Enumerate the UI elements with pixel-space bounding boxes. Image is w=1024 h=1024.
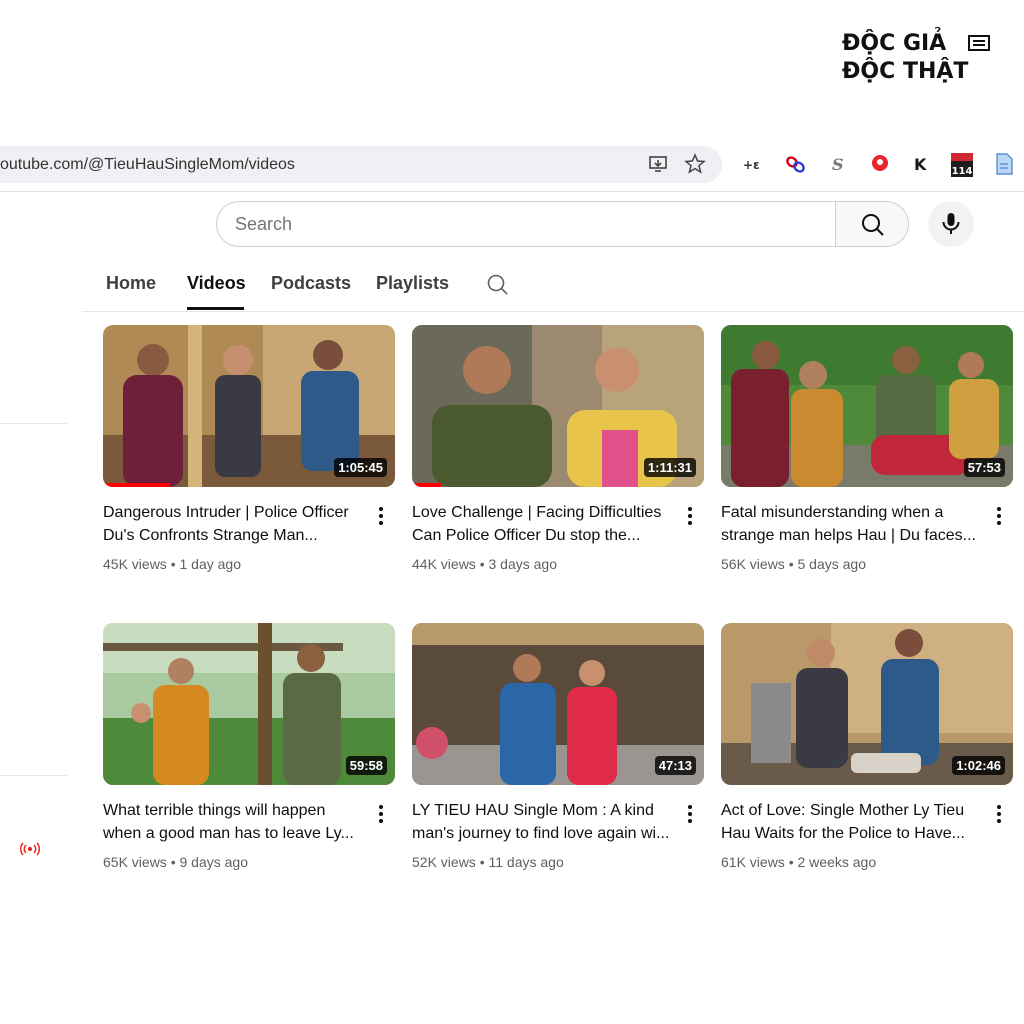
video-title[interactable]: Act of Love: Single Mother Ly Tieu Hau W… — [721, 799, 983, 845]
watermark-line2: ĐỘC THẬT — [842, 59, 969, 84]
search-input[interactable] — [235, 214, 795, 235]
address-bar[interactable]: outube.com/@TieuHauSingleMom/videos — [0, 146, 722, 183]
video-title[interactable]: Love Challenge | Facing Difficulties Can… — [412, 501, 674, 547]
search-icon — [862, 214, 884, 236]
upload-age: 9 days ago — [179, 854, 249, 870]
watch-progress-bar — [103, 483, 171, 487]
view-count: 45K views — [103, 556, 167, 572]
svg-text:+ε: +ε — [743, 158, 760, 172]
duration-badge: 57:53 — [963, 458, 1005, 477]
duration-badge: 59:58 — [345, 756, 387, 775]
view-count: 61K views — [721, 854, 785, 870]
video-card[interactable]: 59:58 What terrible things will happen w… — [103, 623, 395, 870]
more-options-icon[interactable] — [992, 505, 1006, 527]
s-icon[interactable]: S — [827, 152, 851, 176]
back-forth-icon[interactable]: +ε — [741, 152, 765, 176]
sidebar-divider — [0, 775, 67, 776]
calendar-icon[interactable]: 114 — [950, 150, 974, 178]
tab-videos[interactable]: Videos — [187, 273, 246, 294]
watch-progress-bar — [412, 483, 442, 487]
more-options-icon[interactable] — [374, 505, 388, 527]
voice-search-button[interactable] — [928, 201, 974, 247]
channel-search-icon[interactable] — [486, 273, 510, 297]
video-thumbnail[interactable]: 1:05:45 — [103, 325, 395, 487]
browser-toolbar: outube.com/@TieuHauSingleMom/videos +ε S… — [0, 140, 1024, 192]
red-pin-icon[interactable] — [868, 152, 892, 176]
video-thumbnail[interactable]: 1:02:46 — [721, 623, 1013, 785]
video-thumbnail[interactable]: 47:13 — [412, 623, 704, 785]
svg-text:K: K — [914, 155, 927, 174]
search-box[interactable] — [216, 201, 836, 247]
more-options-icon[interactable] — [683, 803, 697, 825]
bookmark-star-icon[interactable] — [684, 153, 706, 175]
video-title[interactable]: What terrible things will happen when a … — [103, 799, 365, 845]
doc-icon[interactable] — [992, 152, 1016, 176]
duration-badge: 1:11:31 — [643, 458, 696, 477]
video-thumbnail[interactable]: 57:53 — [721, 325, 1013, 487]
upload-age: 1 day ago — [179, 556, 242, 572]
duration-badge: 1:02:46 — [952, 756, 1005, 775]
video-card[interactable]: 1:05:45 Dangerous Intruder | Police Offi… — [103, 325, 395, 572]
video-thumbnail[interactable]: 1:11:31 — [412, 325, 704, 487]
live-icon[interactable] — [20, 842, 40, 856]
install-app-icon[interactable] — [648, 153, 670, 175]
upload-age: 3 days ago — [488, 556, 558, 572]
more-options-icon[interactable] — [683, 505, 697, 527]
svg-text:S: S — [832, 155, 844, 174]
microphone-icon — [942, 213, 960, 234]
view-count: 65K views — [103, 854, 167, 870]
video-card[interactable]: 1:11:31 Love Challenge | Facing Difficul… — [412, 325, 704, 572]
video-title[interactable]: Dangerous Intruder | Police Officer Du's… — [103, 501, 365, 547]
watermark-logo: ĐỘC GIẢ ĐỘC THẬT — [842, 30, 992, 92]
calendar-badge: 114 — [952, 166, 973, 177]
video-card[interactable]: 57:53 Fatal misunderstanding when a stra… — [721, 325, 1013, 572]
video-thumbnail[interactable]: 59:58 — [103, 623, 395, 785]
search-button[interactable] — [835, 201, 909, 247]
upload-age: 5 days ago — [797, 556, 867, 572]
tab-podcasts[interactable]: Podcasts — [271, 273, 351, 294]
view-count: 52K views — [412, 854, 476, 870]
more-options-icon[interactable] — [992, 803, 1006, 825]
sidebar-divider — [0, 423, 67, 424]
tab-home[interactable]: Home — [106, 273, 156, 294]
video-meta: 44K views • 3 days ago — [412, 556, 557, 572]
address-url[interactable]: outube.com/@TieuHauSingleMom/videos — [0, 156, 295, 174]
video-card[interactable]: 1:02:46 Act of Love: Single Mother Ly Ti… — [721, 623, 1013, 870]
view-count: 56K views — [721, 556, 785, 572]
video-meta: 65K views • 9 days ago — [103, 854, 248, 870]
video-card[interactable]: 47:13 LY TIEU HAU Single Mom : A kind ma… — [412, 623, 704, 870]
video-meta: 52K views • 11 days ago — [412, 854, 564, 870]
video-title[interactable]: LY TIEU HAU Single Mom : A kind man's jo… — [412, 799, 674, 845]
tabs-divider — [82, 311, 1024, 312]
duration-badge: 47:13 — [654, 756, 696, 775]
duration-badge: 1:05:45 — [334, 458, 387, 477]
tab-playlists[interactable]: Playlists — [376, 273, 449, 294]
upload-age: 11 days ago — [488, 854, 564, 870]
view-count: 44K views — [412, 556, 476, 572]
video-title[interactable]: Fatal misunderstanding when a strange ma… — [721, 501, 983, 547]
link-icon[interactable] — [784, 152, 808, 176]
k-icon[interactable]: K — [909, 152, 933, 176]
video-meta: 61K views • 2 weeks ago — [721, 854, 877, 870]
video-meta: 45K views • 1 day ago — [103, 556, 241, 572]
active-tab-indicator — [187, 307, 244, 310]
news-icon — [968, 35, 990, 51]
video-meta: 56K views • 5 days ago — [721, 556, 866, 572]
upload-age: 2 weeks ago — [797, 854, 877, 870]
more-options-icon[interactable] — [374, 803, 388, 825]
